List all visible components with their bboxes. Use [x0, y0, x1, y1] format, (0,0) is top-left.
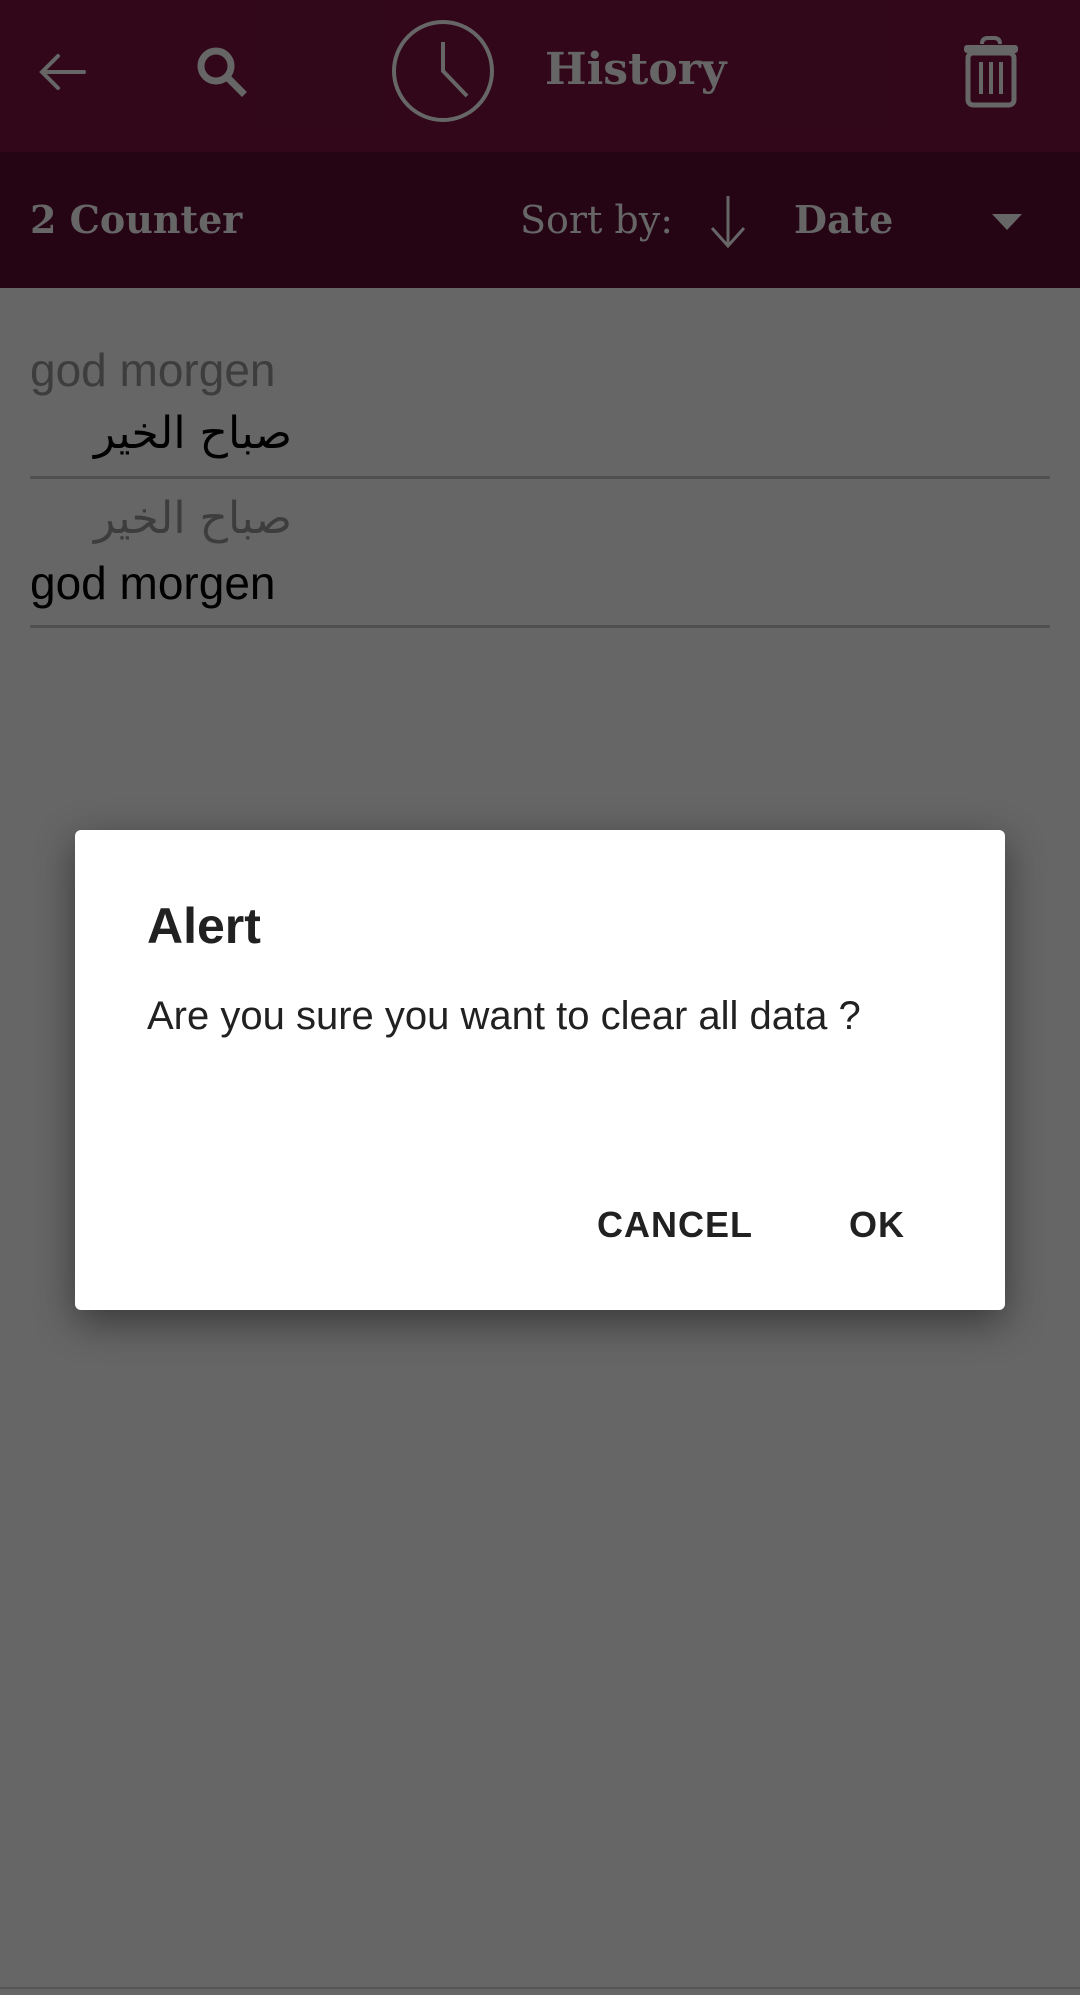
dialog-message: Are you sure you want to clear all data …: [147, 994, 861, 1038]
navigation-bar-edge: [0, 1987, 1080, 1997]
cancel-button[interactable]: CANCEL: [581, 1192, 769, 1258]
alert-dialog: Alert Are you sure you want to clear all…: [75, 830, 1005, 1310]
ok-button[interactable]: OK: [833, 1192, 921, 1258]
dialog-title: Alert: [147, 898, 261, 954]
